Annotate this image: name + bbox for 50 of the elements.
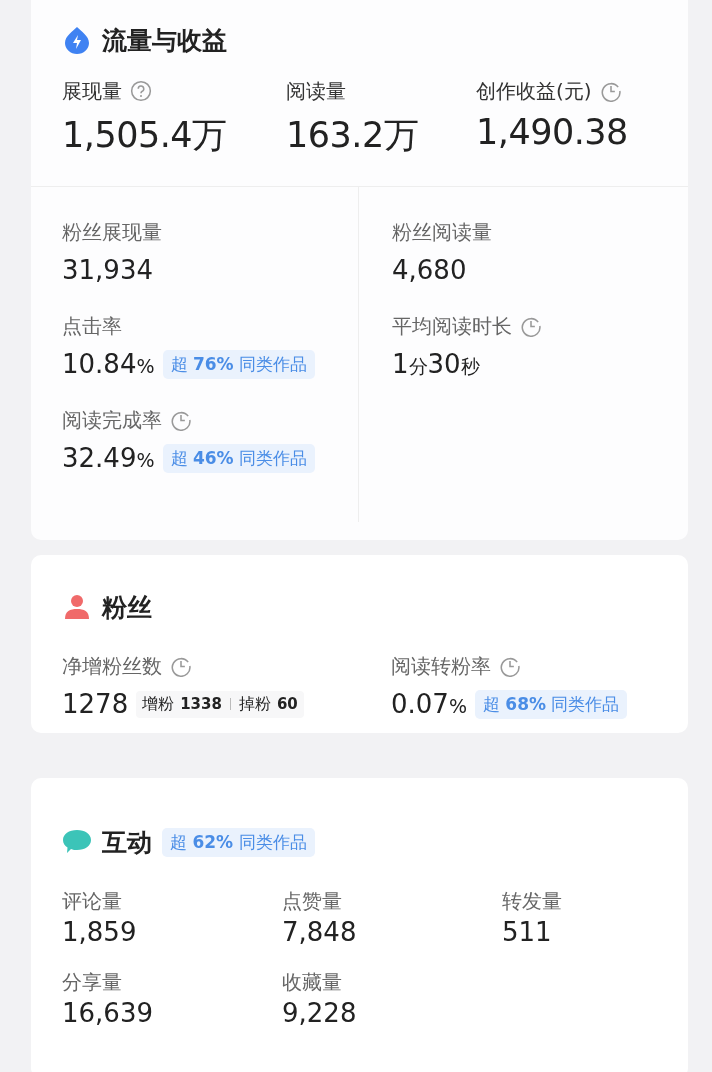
metric-label: 阅读转粉率 bbox=[391, 652, 491, 680]
clock-icon[interactable] bbox=[599, 80, 622, 102]
metric-value: 16,639 bbox=[62, 998, 154, 1028]
rank-badge: 超 76% 同类作品 bbox=[162, 349, 315, 379]
metric-value: 0.07% bbox=[391, 689, 467, 719]
metric-value: 1,505.4万 bbox=[62, 114, 228, 157]
metric-label: 点赞量 bbox=[282, 888, 343, 915]
clock-icon[interactable] bbox=[520, 315, 542, 337]
metric-label: 阅读量 bbox=[286, 77, 346, 105]
metric-label: 粉丝阅读量 bbox=[392, 218, 492, 246]
metric-value: 1分30秒 bbox=[392, 348, 480, 380]
section-title: 粉丝 bbox=[102, 591, 152, 624]
loss-label: 掉粉 bbox=[238, 693, 271, 715]
clock-icon[interactable] bbox=[499, 655, 521, 677]
metric-value: 1278 bbox=[62, 689, 129, 719]
metric-value: 10.84% bbox=[62, 349, 155, 379]
metric-label: 分享量 bbox=[62, 969, 123, 996]
metric-value: 32.49% bbox=[62, 443, 155, 473]
section-title: 互动 bbox=[102, 826, 152, 859]
clock-icon[interactable] bbox=[170, 409, 192, 431]
metric-label: 收藏量 bbox=[282, 969, 343, 996]
metric-value: 1,859 bbox=[62, 917, 138, 947]
clock-icon[interactable] bbox=[170, 655, 192, 677]
metric-value: 163.2万 bbox=[286, 114, 420, 157]
person-icon bbox=[62, 593, 92, 621]
metric-value: 31,934 bbox=[62, 255, 153, 285]
metric-label: 展现量 bbox=[62, 77, 122, 105]
section-title: 流量与收益 bbox=[102, 24, 227, 57]
speech-bubble-icon bbox=[62, 828, 92, 856]
metric-value: 511 bbox=[502, 917, 553, 947]
metric-value: 1,490.38 bbox=[476, 112, 628, 152]
metric-label: 阅读完成率 bbox=[62, 406, 162, 434]
loss-value: 60 bbox=[276, 695, 298, 713]
rank-badge: 超 62% 同类作品 bbox=[162, 827, 315, 857]
lightning-drop-icon bbox=[62, 26, 92, 54]
rank-badge: 超 46% 同类作品 bbox=[162, 443, 315, 473]
metric-label: 平均阅读时长 bbox=[392, 312, 512, 340]
gain-value: 1338 bbox=[180, 695, 222, 713]
metric-label: 点击率 bbox=[62, 312, 122, 340]
metric-value: 4,680 bbox=[392, 255, 467, 285]
gain-label: 增粉 bbox=[142, 693, 175, 715]
metric-value: 9,228 bbox=[282, 998, 358, 1028]
metric-value: 7,848 bbox=[282, 917, 358, 947]
metric-label: 粉丝展现量 bbox=[62, 218, 162, 246]
metric-label: 转发量 bbox=[502, 888, 563, 915]
rank-badge: 超 68% 同类作品 bbox=[474, 689, 628, 719]
metric-label: 创作收益(元) bbox=[476, 77, 592, 105]
help-icon[interactable] bbox=[130, 80, 152, 102]
metric-label: 评论量 bbox=[62, 888, 123, 915]
metric-label: 净增粉丝数 bbox=[62, 652, 162, 680]
